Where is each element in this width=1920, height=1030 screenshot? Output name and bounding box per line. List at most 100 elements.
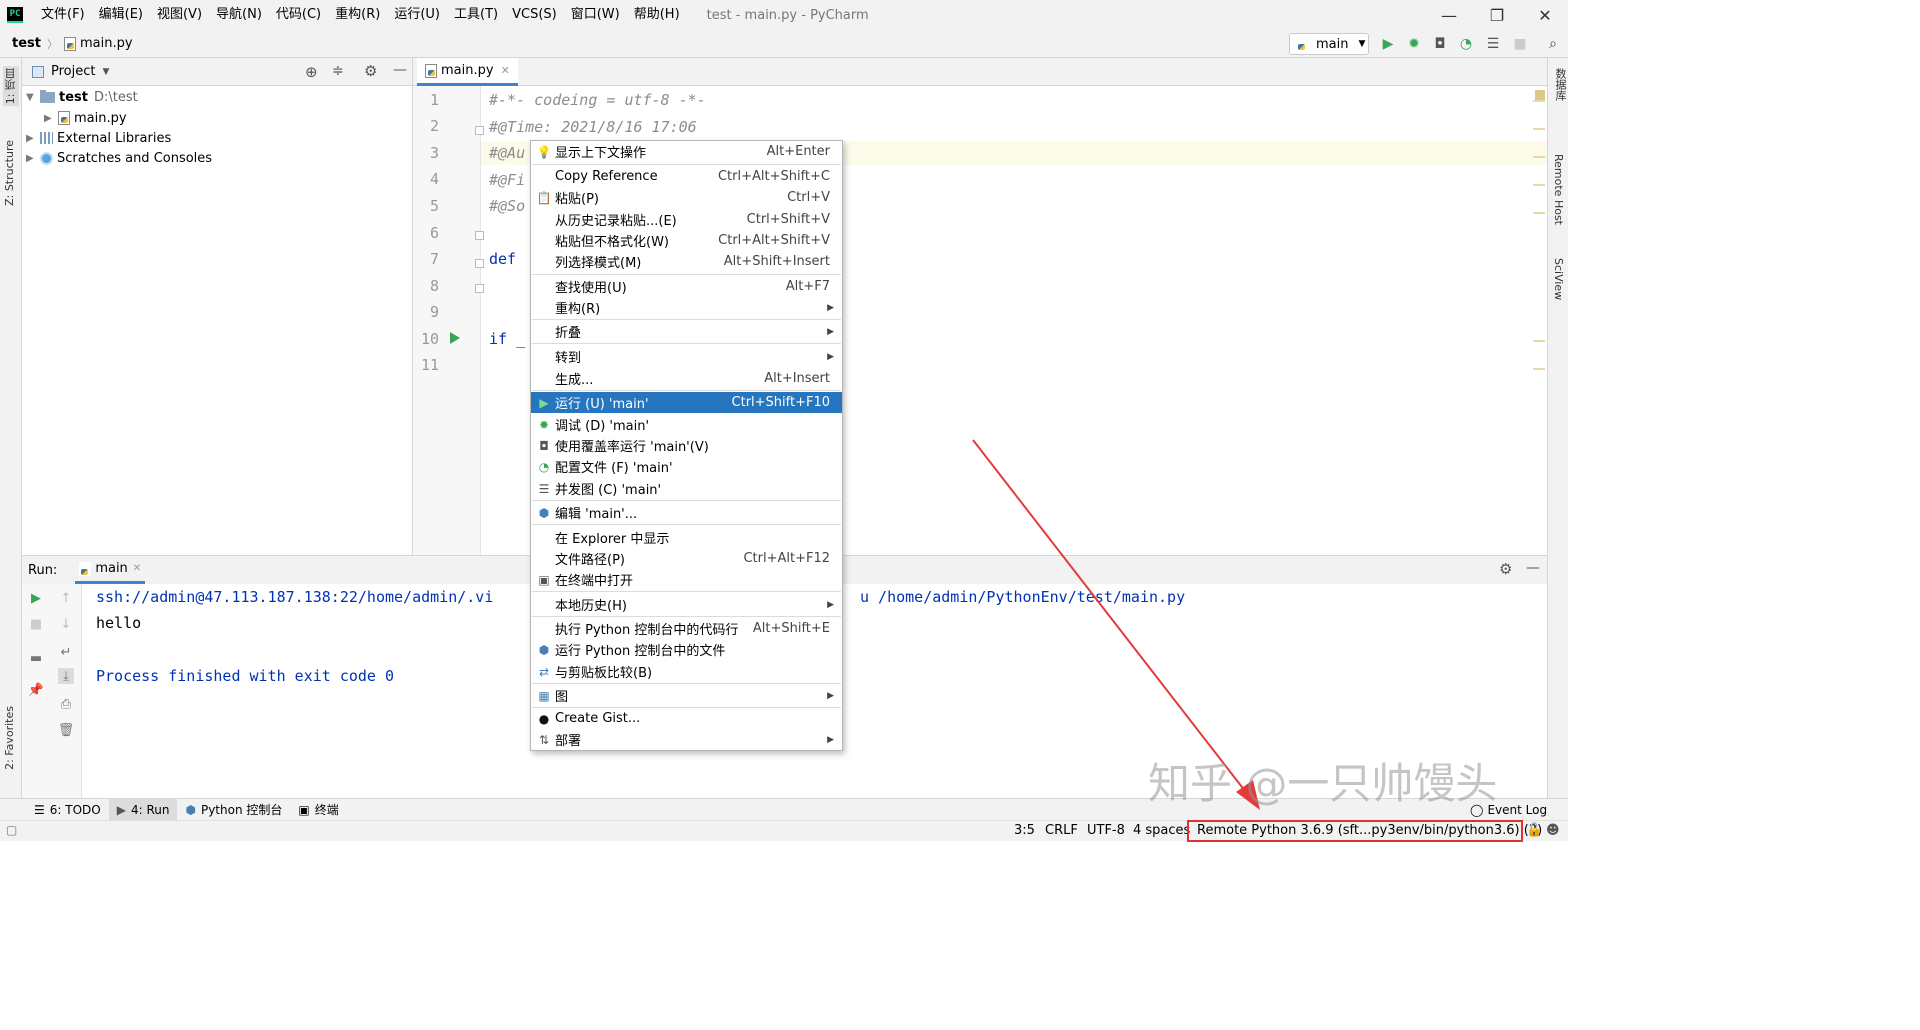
menu-view[interactable]: 视图(V): [150, 0, 209, 30]
caret-position[interactable]: 3:5: [1014, 823, 1035, 838]
breadcrumb-project[interactable]: test: [12, 36, 41, 51]
maximize-button[interactable]: ❐: [1474, 0, 1520, 30]
locate-icon[interactable]: ⊕: [305, 63, 318, 81]
tree-item-scratches[interactable]: ▶ Scratches and Consoles: [26, 148, 212, 168]
search-icon[interactable]: ⌕: [1545, 36, 1561, 52]
menu-navigate[interactable]: 导航(N): [209, 0, 269, 30]
sciview-tool-tab[interactable]: SciView: [1552, 258, 1565, 300]
layout-icon[interactable]: ▬: [28, 650, 44, 666]
menu-column-selection[interactable]: 列选择模式(M) Alt+Shift+Insert: [531, 251, 842, 272]
gear-icon[interactable]: ⚙: [1499, 560, 1512, 578]
gear-icon[interactable]: ⚙: [364, 62, 377, 80]
close-tab-icon[interactable]: ✕: [501, 64, 510, 77]
stop-icon[interactable]: ■: [1512, 36, 1528, 52]
run-gutter-icon[interactable]: [450, 332, 460, 344]
menu-deployment[interactable]: ⇅ 部署 ▶: [531, 729, 842, 750]
menu-execute-line-in-console[interactable]: 执行 Python 控制台中的代码行 Alt+Shift+E: [531, 618, 842, 639]
menu-run-with-coverage[interactable]: ◘ 使用覆盖率运行 'main'(V): [531, 435, 842, 456]
tree-item-main-py[interactable]: ▶ main.py: [44, 108, 127, 128]
scroll-marker[interactable]: [1533, 128, 1545, 130]
menu-run-file-in-console[interactable]: ⬢ 运行 Python 控制台中的文件: [531, 639, 842, 660]
menu-file[interactable]: 文件(F): [34, 0, 92, 30]
menu-help[interactable]: 帮助(H): [627, 0, 687, 30]
fold-icon[interactable]: [475, 284, 484, 293]
hide-panel-icon[interactable]: —: [393, 62, 407, 78]
menu-refactor[interactable]: 重构(R) ▶: [531, 297, 842, 318]
menu-goto[interactable]: 转到 ▶: [531, 346, 842, 367]
up-arrow-icon[interactable]: ↑: [58, 590, 74, 606]
scroll-marker[interactable]: [1533, 212, 1545, 214]
project-tool-tab[interactable]: 1: 项目: [3, 66, 19, 107]
code-line[interactable]: #-*- codeing = utf-8 -*-: [489, 91, 706, 109]
code-line[interactable]: if _: [489, 330, 525, 348]
stop-icon[interactable]: ■: [28, 616, 44, 632]
code-line[interactable]: #@Fi: [489, 171, 525, 189]
menu-vcs[interactable]: VCS(S): [505, 0, 564, 30]
run-config-select[interactable]: main ▼: [1289, 33, 1369, 55]
menu-generate[interactable]: 生成... Alt+Insert: [531, 368, 842, 389]
pin-icon[interactable]: 📌: [28, 682, 44, 698]
menu-edit[interactable]: 编辑(E): [92, 0, 150, 30]
menu-local-history[interactable]: 本地历史(H) ▶: [531, 594, 842, 615]
menu-window[interactable]: 窗口(W): [564, 0, 627, 30]
menu-file-path[interactable]: 文件路径(P) Ctrl+Alt+F12: [531, 548, 842, 569]
todo-tab[interactable]: ☰ 6: TODO: [26, 799, 109, 821]
soft-wrap-icon[interactable]: ↵: [58, 644, 74, 660]
warning-marker-icon[interactable]: [1535, 90, 1545, 100]
inspector-icon[interactable]: ☻: [1546, 823, 1560, 838]
menu-paste-from-history[interactable]: 从历史记录粘贴...(E) Ctrl+Shift+V: [531, 209, 842, 230]
menu-open-in-terminal[interactable]: ▣ 在终端中打开: [531, 569, 842, 590]
fold-icon[interactable]: [475, 126, 484, 135]
menu-create-gist[interactable]: ● Create Gist...: [531, 708, 842, 729]
menu-run[interactable]: 运行(U): [387, 0, 447, 30]
coverage-icon[interactable]: ◘: [1432, 36, 1448, 52]
code-line[interactable]: #@So: [489, 197, 525, 215]
scroll-to-end-icon[interactable]: ⤓: [58, 668, 74, 684]
close-tab-icon[interactable]: ✕: [133, 563, 141, 574]
debug-icon[interactable]: ✹: [1406, 36, 1422, 52]
remote-host-tool-tab[interactable]: Remote Host: [1552, 154, 1565, 225]
indent-setting[interactable]: 4 spaces: [1133, 823, 1190, 838]
profile-icon[interactable]: ◔: [1458, 36, 1474, 52]
chevron-down-icon[interactable]: ▼: [102, 67, 109, 77]
menu-debug-main[interactable]: ✹ 调试 (D) 'main': [531, 414, 842, 435]
scroll-marker[interactable]: [1533, 156, 1545, 158]
menu-concurrency-main[interactable]: ☰ 并发图 (C) 'main': [531, 478, 842, 499]
run-tool-tab[interactable]: ▶ 4: Run: [108, 798, 178, 821]
menu-compare-with-clipboard[interactable]: ⇄ 与剪贴板比较(B): [531, 661, 842, 682]
rerun-icon[interactable]: ▶: [28, 590, 44, 606]
menu-refactor[interactable]: 重构(R): [328, 0, 387, 30]
python-interpreter-selector[interactable]: Remote Python 3.6.9 (sft...py3env/bin/py…: [1187, 820, 1542, 842]
menu-profile-main[interactable]: ◔ 配置文件 (F) 'main': [531, 456, 842, 477]
menu-edit-main[interactable]: ⬢ 编辑 'main'...: [531, 502, 842, 523]
run-icon[interactable]: ▶: [1380, 36, 1396, 52]
line-separator[interactable]: CRLF: [1045, 823, 1078, 838]
favorites-tool-tab[interactable]: 2: Favorites: [3, 706, 16, 770]
run-tab-main[interactable]: main ✕: [75, 556, 146, 584]
collapse-all-icon[interactable]: ≑: [332, 63, 344, 79]
menu-paste[interactable]: 📋 粘贴(P) Ctrl+V: [531, 187, 842, 208]
fold-icon[interactable]: [475, 231, 484, 240]
down-arrow-icon[interactable]: ↓: [58, 616, 74, 632]
code-line[interactable]: #@Time: 2021/8/16 17:06: [489, 118, 697, 136]
menu-paste-plain[interactable]: 粘贴但不格式化(W) Ctrl+Alt+Shift+V: [531, 230, 842, 251]
menu-copy-reference[interactable]: Copy Reference Ctrl+Alt+Shift+C: [531, 166, 842, 187]
python-console-tab[interactable]: ⬢ Python 控制台: [177, 799, 290, 821]
print-icon[interactable]: ⎙: [58, 696, 74, 712]
menu-diagrams[interactable]: ▦ 图 ▶: [531, 685, 842, 706]
structure-tool-tab[interactable]: Z: Structure: [3, 140, 16, 206]
breadcrumb-file[interactable]: main.py: [80, 36, 133, 51]
menu-run-main[interactable]: ▶ 运行 (U) 'main' Ctrl+Shift+F10: [531, 392, 842, 413]
scroll-marker[interactable]: [1533, 368, 1545, 370]
scroll-marker[interactable]: [1533, 184, 1545, 186]
terminal-tab[interactable]: ▣ 终端: [290, 799, 346, 821]
database-tool-tab[interactable]: 数据库: [1552, 68, 1568, 101]
trash-icon[interactable]: 🗑: [58, 722, 75, 738]
project-panel-title[interactable]: Project: [51, 64, 95, 79]
lock-icon[interactable]: 🔓: [1526, 823, 1542, 838]
toggle-tool-windows-icon[interactable]: ▢: [6, 823, 17, 837]
code-line[interactable]: def: [489, 250, 525, 268]
minimize-button[interactable]: —: [1426, 0, 1472, 30]
tree-item-external-libraries[interactable]: ▶ External Libraries: [26, 128, 171, 148]
scroll-marker[interactable]: [1533, 100, 1545, 102]
